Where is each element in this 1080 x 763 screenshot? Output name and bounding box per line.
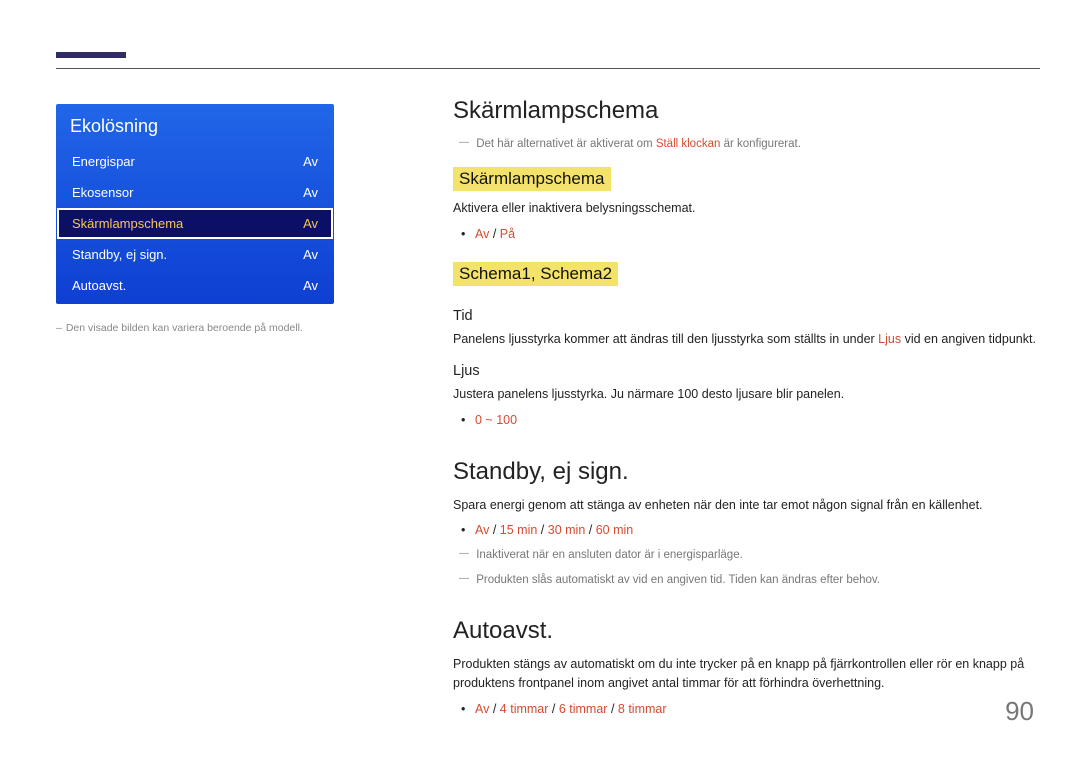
options-autoavst: Av / 4 timmar / 6 timmar / 8 timmar — [453, 699, 1036, 719]
options-standby: Av / 15 min / 30 min / 60 min — [453, 520, 1036, 540]
note-stall-klockan: ― Det här alternativet är aktiverat om S… — [453, 135, 1036, 153]
heading-autoavst: Autoavst. — [453, 617, 1036, 645]
menu-item-label: Ekosensor — [72, 185, 133, 200]
menu-item-autoavst[interactable]: Autoavst. Av — [58, 271, 332, 300]
menu-item-value: Av — [303, 216, 318, 231]
option-pa: På — [500, 227, 515, 241]
opt: Av — [475, 523, 489, 537]
options-0-100: 0 ~ 100 — [453, 410, 1036, 430]
opt: 8 timmar — [618, 702, 667, 716]
menu-item-value: Av — [303, 278, 318, 293]
option-line: Av / 4 timmar / 6 timmar / 8 timmar — [475, 699, 1036, 719]
body-standby: Spara energi genom att stänga av enheten… — [453, 496, 1036, 515]
menu-item-label: Standby, ej sign. — [72, 247, 167, 262]
menu-item-value: Av — [303, 185, 318, 200]
page-number: 90 — [1005, 696, 1034, 727]
sep: / — [585, 523, 595, 537]
osd-menu-panel: Ekolösning Energispar Av Ekosensor Av Sk… — [56, 104, 334, 304]
header-rule — [56, 68, 1040, 69]
note-text-red: Ställ klockan — [656, 138, 721, 150]
options-av-pa: Av / På — [453, 224, 1036, 244]
note-dash-icon: ― — [459, 548, 469, 559]
body-tid-red: Ljus — [878, 332, 901, 346]
page: Ekolösning Energispar Av Ekosensor Av Sk… — [0, 0, 1080, 763]
subheading-skarmlampschema: Skärmlampschema — [453, 167, 611, 191]
opt: 6 timmar — [559, 702, 608, 716]
note-dash-icon: ― — [459, 137, 469, 148]
footnote-text: Den visade bilden kan variera beroende p… — [66, 322, 303, 334]
body-tid: Panelens ljusstyrka kommer att ändras ti… — [453, 330, 1036, 349]
header-accent — [56, 52, 126, 58]
body-ljus: Justera panelens ljusstyrka. Ju närmare … — [453, 385, 1036, 404]
note-text-b: är konfigurerat. — [720, 138, 801, 150]
menu-item-value: Av — [303, 247, 318, 262]
heading-skarmlampschema: Skärmlampschema — [453, 97, 1036, 125]
menu-item-energispar[interactable]: Energispar Av — [58, 147, 332, 176]
osd-menu-list: Energispar Av Ekosensor Av Skärmlampsche… — [56, 147, 334, 300]
option-sep: / — [489, 227, 499, 241]
content-area: Skärmlampschema ― Det här alternativet ä… — [453, 97, 1036, 723]
osd-menu-title: Ekolösning — [56, 104, 334, 147]
body-tid-a: Panelens ljusstyrka kommer att ändras ti… — [453, 332, 878, 346]
sep: / — [607, 702, 617, 716]
note-standby-1: ― Inaktiverat när en ansluten dator är i… — [453, 546, 1036, 564]
option-line: 0 ~ 100 — [475, 410, 1036, 430]
menu-item-label: Skärmlampschema — [72, 216, 183, 231]
menu-item-value: Av — [303, 154, 318, 169]
body-skarmlampschema: Aktivera eller inaktivera belysningssche… — [453, 199, 1036, 218]
note-dash-icon: ― — [459, 573, 469, 584]
footnote-dash: – — [56, 322, 62, 334]
body-tid-b: vid en angiven tidpunkt. — [901, 332, 1036, 346]
option-range: 0 ~ 100 — [475, 413, 517, 427]
heading-standby: Standby, ej sign. — [453, 458, 1036, 486]
menu-item-label: Autoavst. — [72, 278, 126, 293]
sep: / — [489, 702, 499, 716]
opt: 4 timmar — [500, 702, 549, 716]
sidebar-footnote: –Den visade bilden kan variera beroende … — [56, 322, 334, 334]
sidebar: Ekolösning Energispar Av Ekosensor Av Sk… — [56, 104, 334, 334]
sep: / — [548, 702, 558, 716]
option-line: Av / På — [475, 224, 1036, 244]
note-text: Inaktiverat när en ansluten dator är i e… — [476, 549, 743, 561]
option-line: Av / 15 min / 30 min / 60 min — [475, 520, 1036, 540]
subheading-ljus: Ljus — [453, 363, 1036, 379]
opt: Av — [475, 702, 489, 716]
opt: 15 min — [500, 523, 538, 537]
opt: 60 min — [596, 523, 634, 537]
body-autoavst: Produkten stängs av automatiskt om du in… — [453, 655, 1036, 693]
sep: / — [489, 523, 499, 537]
menu-item-ekosensor[interactable]: Ekosensor Av — [58, 178, 332, 207]
menu-item-skarmlampschema[interactable]: Skärmlampschema Av — [58, 209, 332, 238]
opt: 30 min — [548, 523, 586, 537]
subheading-schema12: Schema1, Schema2 — [453, 262, 618, 286]
menu-item-label: Energispar — [72, 154, 135, 169]
note-text: Produkten slås automatiskt av vid en ang… — [476, 574, 880, 586]
menu-item-standby[interactable]: Standby, ej sign. Av — [58, 240, 332, 269]
subheading-tid: Tid — [453, 308, 1036, 324]
note-text-a: Det här alternativet är aktiverat om — [476, 138, 656, 150]
note-standby-2: ― Produkten slås automatiskt av vid en a… — [453, 571, 1036, 589]
sep: / — [537, 523, 547, 537]
option-av: Av — [475, 227, 489, 241]
